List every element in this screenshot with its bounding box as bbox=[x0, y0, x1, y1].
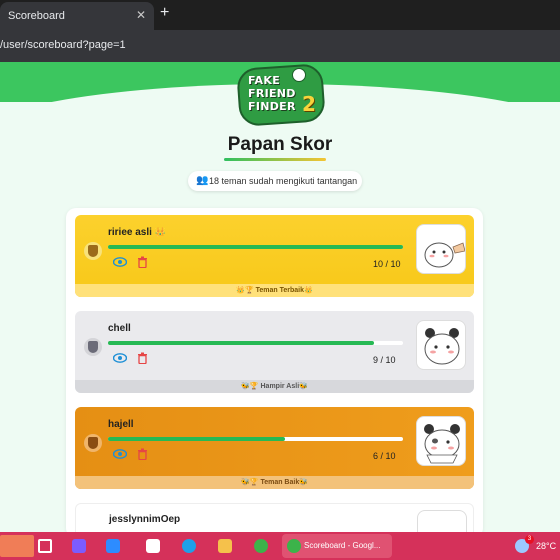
browser-tab[interactable]: Scoreboard ✕ bbox=[0, 2, 154, 30]
active-window-title: Scoreboard - Googl... bbox=[304, 541, 381, 550]
logo-line-3: FINDER bbox=[248, 100, 296, 113]
logo-number: 2 bbox=[302, 92, 316, 116]
page-title: Papan Skor bbox=[227, 134, 333, 155]
score-progress-fill bbox=[108, 341, 374, 345]
address-bar[interactable]: /user/scoreboard?page=1 bbox=[0, 30, 560, 62]
player-name: chell bbox=[108, 323, 131, 334]
bronze-medal-icon bbox=[84, 434, 102, 452]
app-icon[interactable] bbox=[72, 539, 86, 553]
followers-badge: 👥 18 teman sudah mengikuti tantangan bbox=[188, 171, 362, 191]
edge-icon[interactable] bbox=[182, 539, 196, 553]
new-tab-button[interactable]: + bbox=[160, 4, 169, 22]
score-card: jesslynnimOep bbox=[75, 503, 474, 532]
gold-medal-icon bbox=[84, 242, 102, 260]
view-eye-icon[interactable] bbox=[113, 449, 127, 459]
close-tab-icon[interactable]: ✕ bbox=[136, 8, 146, 22]
player-name: hajell bbox=[108, 419, 134, 430]
notification-badge: 3 bbox=[525, 535, 534, 544]
delete-trash-icon[interactable] bbox=[137, 352, 148, 364]
player-avatar bbox=[416, 224, 466, 274]
delete-trash-icon[interactable] bbox=[137, 256, 148, 268]
logo-line-1: FAKE bbox=[248, 74, 281, 87]
silver-medal-icon bbox=[84, 338, 102, 356]
score-value: 6 / 10 bbox=[373, 451, 396, 461]
chrome-icon bbox=[287, 539, 301, 553]
smiley-icon bbox=[292, 68, 306, 82]
score-progress-bar bbox=[108, 245, 403, 249]
page-content: FAKE FRIEND FINDER 2 Papan Skor 👥 18 tem… bbox=[0, 62, 560, 532]
tab-title: Scoreboard bbox=[8, 10, 65, 22]
score-progress-fill bbox=[108, 437, 285, 441]
logo-line-2: FRIEND bbox=[248, 87, 296, 100]
rank-label-text: 🐝🏆 Hampir Asli🐝 bbox=[241, 383, 308, 390]
weather-widget[interactable] bbox=[0, 535, 34, 557]
view-eye-icon[interactable] bbox=[113, 353, 127, 363]
app-logo[interactable]: FAKE FRIEND FINDER 2 bbox=[236, 63, 326, 127]
player-name: ririee asli 👑 bbox=[108, 227, 166, 238]
score-progress-bar bbox=[108, 437, 403, 441]
url-text[interactable]: /user/scoreboard?page=1 bbox=[0, 39, 126, 51]
player-name: jesslynnimOep bbox=[109, 514, 181, 525]
score-card-bronze: hajell 6 / 10 🐝🏆 Teman Baik🐝 bbox=[75, 407, 474, 489]
score-value: 9 / 10 bbox=[373, 355, 396, 365]
rank-label-text: 👑🏆 Teman Terbaik👑 bbox=[236, 287, 313, 294]
view-eye-icon[interactable] bbox=[113, 257, 127, 267]
player-name-text: ririee asli bbox=[108, 227, 152, 238]
rank-label-text: 🐝🏆 Teman Baik🐝 bbox=[241, 479, 308, 486]
taskbar-active-window[interactable]: Scoreboard - Googl... bbox=[282, 534, 392, 558]
rank-label: 👑🏆 Teman Terbaik👑 bbox=[75, 284, 474, 297]
crown-icon: 👑 bbox=[154, 227, 166, 237]
delete-trash-icon[interactable] bbox=[137, 448, 148, 460]
app-icon[interactable] bbox=[146, 539, 160, 553]
score-card-gold: ririee asli 👑 10 / 10 👑🏆 Teman Terbaik👑 bbox=[75, 215, 474, 297]
followers-text: 18 teman sudah mengikuti tantangan bbox=[209, 176, 358, 186]
score-progress-fill bbox=[108, 245, 403, 249]
os-taskbar: Scoreboard - Googl... 3 28°C bbox=[0, 532, 560, 560]
people-icon: 👥 bbox=[196, 175, 209, 186]
score-progress-bar bbox=[108, 341, 403, 345]
player-avatar bbox=[417, 510, 467, 532]
player-avatar bbox=[416, 320, 466, 370]
title-underline bbox=[224, 158, 326, 161]
score-card-silver: chell 9 / 10 🐝🏆 Hampir Asli🐝 bbox=[75, 311, 474, 393]
scoreboard-list: ririee asli 👑 10 / 10 👑🏆 Teman Terbaik👑 … bbox=[66, 208, 483, 532]
browser-tab-bar: Scoreboard ✕ + bbox=[0, 0, 560, 30]
rank-label: 🐝🏆 Teman Baik🐝 bbox=[75, 476, 474, 489]
chrome-icon[interactable] bbox=[254, 539, 268, 553]
task-view-icon[interactable] bbox=[38, 539, 52, 553]
score-value: 10 / 10 bbox=[373, 259, 401, 269]
player-avatar bbox=[416, 416, 466, 466]
file-explorer-icon[interactable] bbox=[218, 539, 232, 553]
rank-label: 🐝🏆 Hampir Asli🐝 bbox=[75, 380, 474, 393]
zoom-icon[interactable] bbox=[106, 539, 120, 553]
temperature-text: 28°C bbox=[536, 541, 557, 551]
